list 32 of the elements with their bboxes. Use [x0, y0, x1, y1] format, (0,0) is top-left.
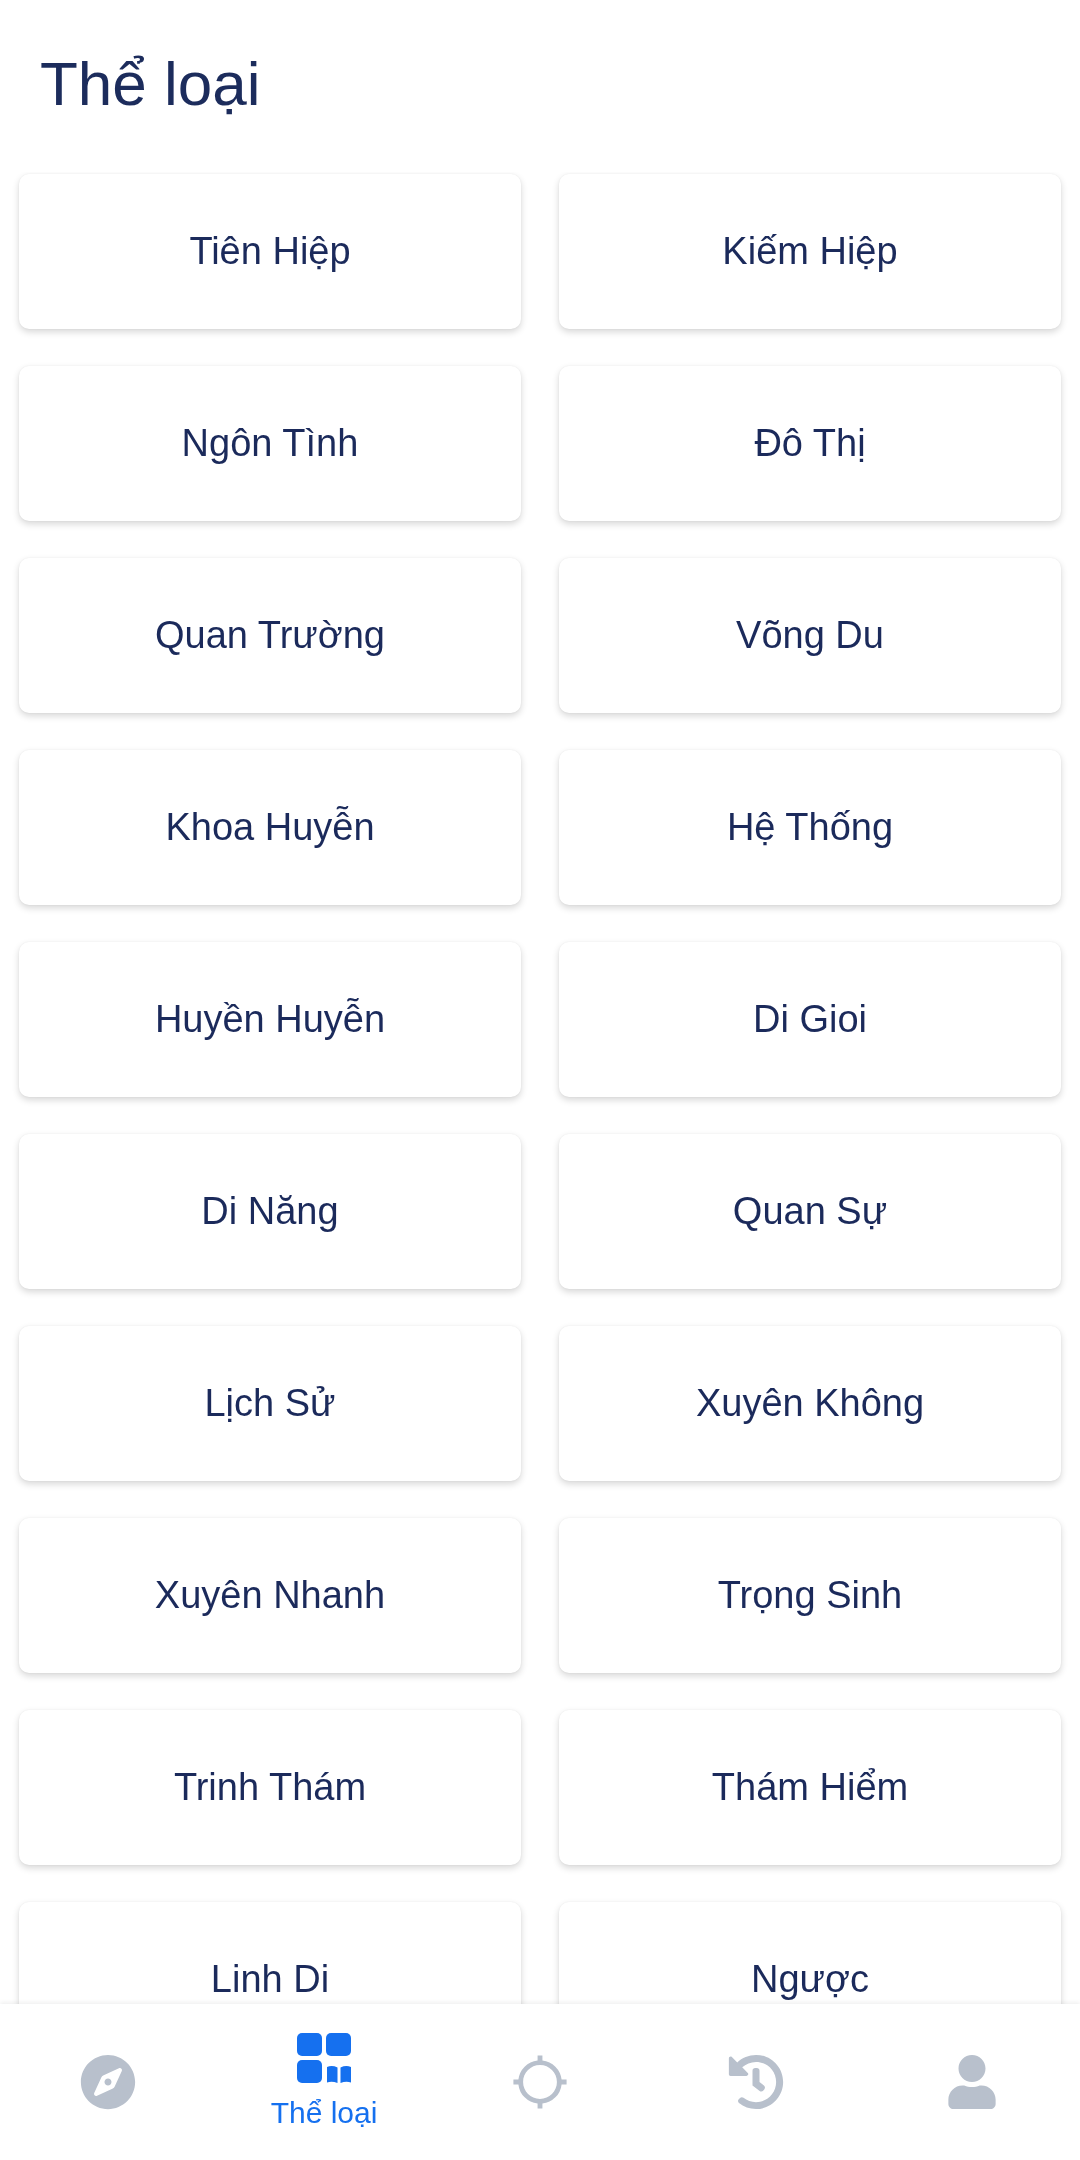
- nav-tab[interactable]: [728, 2054, 784, 2110]
- page-title: Thể loại: [40, 48, 261, 120]
- category-card[interactable]: Ngược: [559, 1902, 1061, 2004]
- category-card[interactable]: Trinh Thám: [19, 1710, 521, 1865]
- nav-tab[interactable]: [80, 2054, 136, 2110]
- category-card[interactable]: Kiếm Hiệp: [559, 174, 1061, 329]
- category-card[interactable]: Võng Du: [559, 558, 1061, 713]
- compass-icon: [80, 2054, 136, 2110]
- category-card[interactable]: Di Gioi: [559, 942, 1061, 1097]
- category-card[interactable]: Xuyên Nhanh: [19, 1518, 521, 1673]
- category-card[interactable]: Di Năng: [19, 1134, 521, 1289]
- history-icon: [728, 2054, 784, 2110]
- nav-tab[interactable]: [945, 2055, 999, 2109]
- category-card[interactable]: Huyền Huyễn: [19, 942, 521, 1097]
- category-card[interactable]: Quan Sự: [559, 1134, 1061, 1289]
- category-card[interactable]: Xuyên Không: [559, 1326, 1061, 1481]
- category-card[interactable]: Tiên Hiệp: [19, 174, 521, 329]
- grid-book-icon: [297, 2033, 351, 2083]
- category-card[interactable]: Linh Di: [19, 1902, 521, 2004]
- category-card[interactable]: Khoa Huyễn: [19, 750, 521, 905]
- category-card[interactable]: Hệ Thống: [559, 750, 1061, 905]
- category-card[interactable]: Lịch Sử: [19, 1326, 521, 1481]
- category-card[interactable]: Ngôn Tình: [19, 366, 521, 521]
- nav-tab[interactable]: [511, 2053, 569, 2111]
- nav-tab[interactable]: Thể loại: [270, 2033, 378, 2131]
- nav-label: Thể loại: [270, 2095, 378, 2131]
- user-icon: [945, 2055, 999, 2109]
- category-card[interactable]: Đô Thị: [559, 366, 1061, 521]
- category-card[interactable]: Thám Hiểm: [559, 1710, 1061, 1865]
- crosshair-icon: [511, 2053, 569, 2111]
- category-card[interactable]: Quan Trường: [19, 558, 521, 713]
- category-card[interactable]: Trọng Sinh: [559, 1518, 1061, 1673]
